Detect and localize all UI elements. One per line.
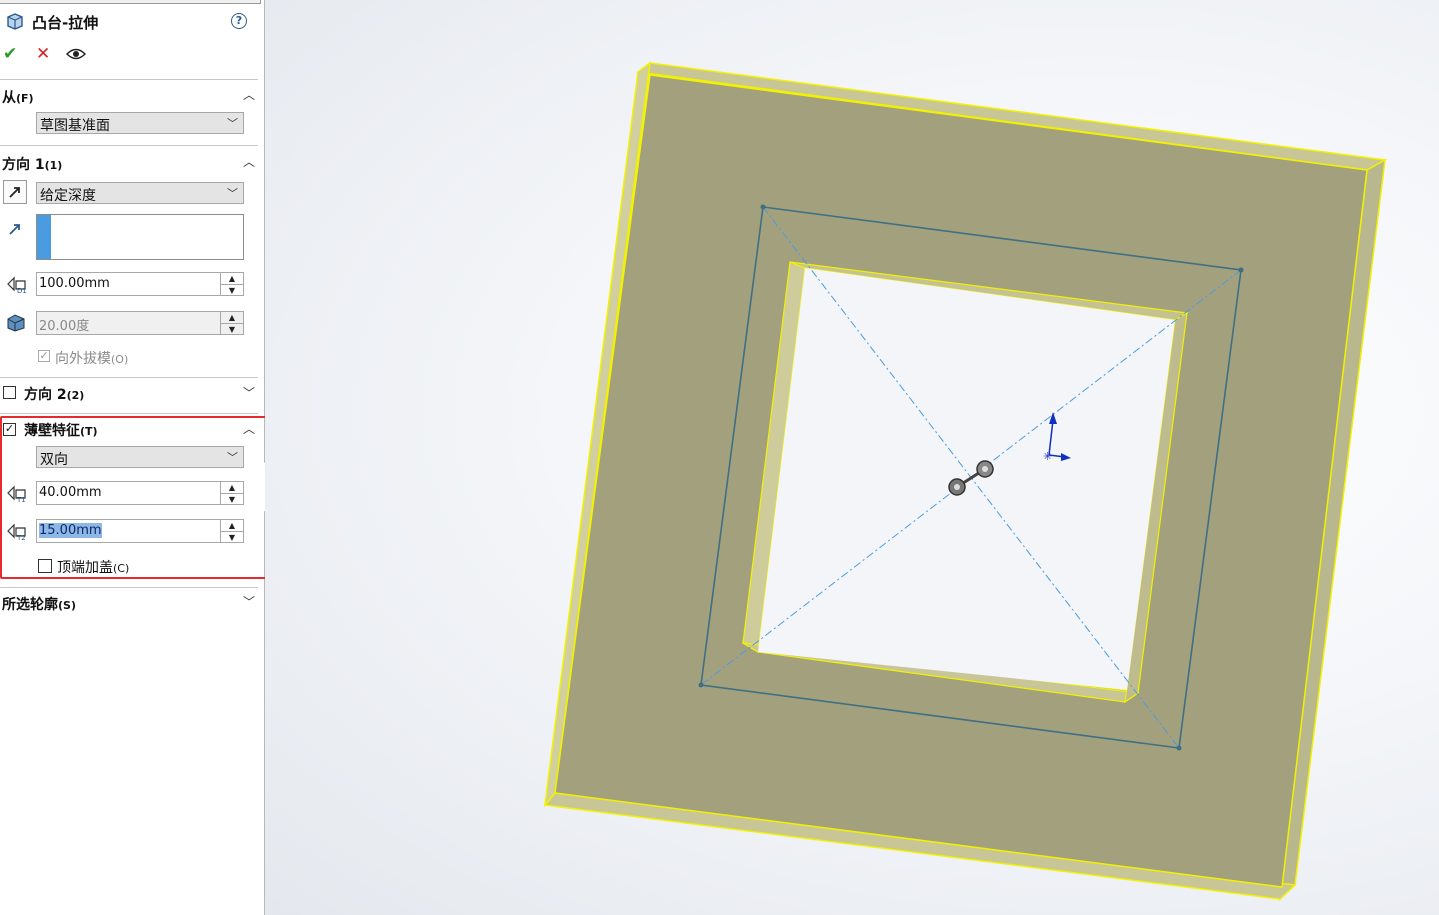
- separator: [0, 587, 258, 588]
- from-header-label: 从: [2, 90, 16, 106]
- separator: [0, 145, 258, 146]
- spin-up-icon[interactable]: ▲: [221, 273, 243, 285]
- direction1-shortcut: (1): [44, 159, 63, 172]
- depth-dimension-icon: D1: [4, 273, 28, 297]
- ok-button[interactable]: ✔: [3, 44, 17, 64]
- help-icon[interactable]: ?: [231, 13, 247, 29]
- panel-tabs[interactable]: [0, 0, 264, 4]
- hole-opening: [758, 268, 1175, 690]
- start-condition-value: 草图基准面: [40, 118, 110, 134]
- draft-icon[interactable]: [4, 311, 28, 335]
- tab-dimxpert[interactable]: [152, 0, 203, 4]
- svg-text:✳: ✳: [1043, 450, 1052, 463]
- tab-property-manager[interactable]: [60, 0, 113, 4]
- direction2-checkbox[interactable]: [3, 386, 16, 399]
- draft-outward-checkbox[interactable]: ✓: [38, 350, 50, 362]
- separator: [0, 79, 258, 80]
- selected-contours-header-label: 所选轮廓: [2, 597, 58, 613]
- svg-text:D1: D1: [17, 287, 27, 295]
- direction-reference-list[interactable]: [36, 214, 244, 260]
- from-shortcut: (F): [16, 92, 34, 105]
- draft-outward-shortcut: (O): [111, 353, 129, 366]
- chevron-up-icon[interactable]: ︿: [242, 155, 256, 169]
- direction2-shortcut: (2): [66, 389, 85, 402]
- chevron-down-icon[interactable]: ﹀: [242, 386, 256, 400]
- depth-value: 100.00mm: [39, 276, 110, 291]
- separator: [0, 377, 258, 378]
- draft-outward-text: 向外拔模: [55, 351, 111, 367]
- panel-title: 凸台-拉伸: [32, 14, 99, 32]
- cancel-button[interactable]: ✕: [36, 44, 50, 64]
- depth-spinner[interactable]: ▲ ▼: [220, 273, 243, 295]
- spin-up-icon[interactable]: ▲: [221, 312, 243, 324]
- spin-down-icon[interactable]: ▼: [221, 285, 243, 296]
- selected-contours-shortcut: (S): [58, 599, 76, 612]
- chevron-down-icon[interactable]: ﹀: [242, 595, 256, 609]
- chevron-down-icon: ﹀: [227, 117, 238, 130]
- tab-feature-manager[interactable]: [0, 0, 61, 4]
- direction2-section-header[interactable]: 方向 2(2): [24, 384, 84, 404]
- end-condition-value: 给定深度: [40, 188, 96, 204]
- depth-input[interactable]: 100.00mm ▲ ▼: [36, 272, 244, 296]
- tab-display-manager[interactable]: [202, 0, 261, 4]
- from-section-header[interactable]: 从(F): [2, 87, 34, 107]
- draft-angle-value: 20.00度: [39, 319, 90, 334]
- direction1-section-header[interactable]: 方向 1(1): [2, 154, 62, 174]
- selection-color-bar: [37, 215, 51, 259]
- chevron-up-icon[interactable]: ︿: [242, 88, 256, 102]
- preview-eye-icon[interactable]: [66, 47, 86, 61]
- direction2-header-label: 方向 2: [24, 387, 67, 403]
- separator: [0, 413, 258, 414]
- graphics-viewport[interactable]: ✳: [265, 0, 1439, 915]
- part-model[interactable]: ✳: [265, 0, 1439, 915]
- spin-down-icon[interactable]: ▼: [221, 324, 243, 335]
- tab-configuration-manager[interactable]: [112, 0, 153, 4]
- boss-extrude-icon: [4, 11, 26, 33]
- direction1-header-label: 方向 1: [2, 157, 45, 173]
- start-condition-select[interactable]: 草图基准面 ﹀: [36, 112, 244, 134]
- chevron-down-icon: ﹀: [227, 187, 238, 200]
- reverse-direction-icon[interactable]: [3, 180, 27, 204]
- end-condition-select[interactable]: 给定深度 ﹀: [36, 182, 244, 204]
- direction-vector-icon: [3, 218, 27, 242]
- draft-angle-spinner[interactable]: ▲ ▼: [220, 312, 243, 334]
- selected-contours-section-header[interactable]: 所选轮廓(S): [2, 594, 76, 614]
- draft-outward-label: 向外拔模(O): [55, 348, 128, 368]
- thin-feature-highlight-box: [0, 416, 270, 579]
- draft-angle-input[interactable]: 20.00度 ▲ ▼: [36, 311, 244, 335]
